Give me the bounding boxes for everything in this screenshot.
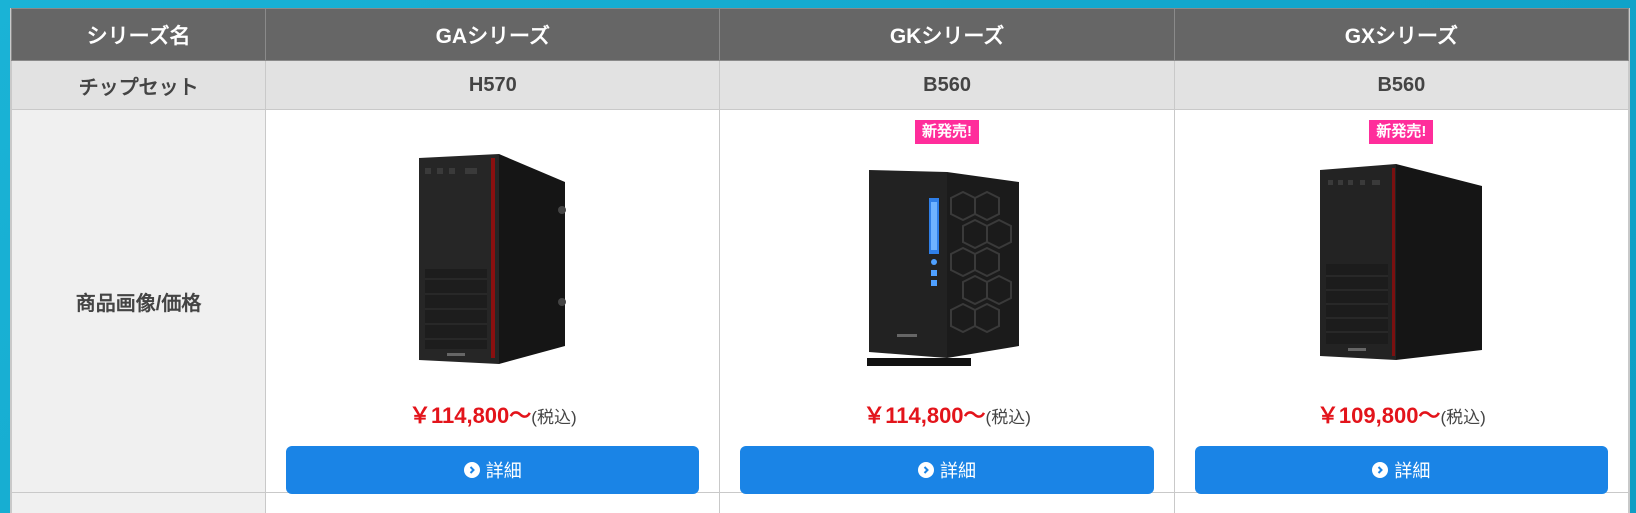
detail-button-label: 詳細 (1394, 461, 1431, 481)
next-row-label-cell (11, 492, 267, 513)
chipset-gx: B560 (1173, 60, 1629, 110)
tax-note: (税込) (1440, 408, 1486, 427)
series-name-gx: GXシリーズ (1173, 8, 1629, 61)
new-release-badge: 新発売! (915, 120, 980, 144)
product-cell-ga: ￥114,800～(税込) 詳細 (265, 109, 721, 494)
detail-button-gk[interactable]: 詳細 (740, 446, 1154, 494)
price-value: ￥109,800～ (1316, 403, 1441, 428)
product-row: 商品画像/価格 ￥114,800～(税込) 詳細 新発売! ￥114,800～(… (11, 109, 1629, 494)
detail-button-label: 詳細 (940, 461, 977, 481)
price-ga: ￥114,800～(税込) (266, 398, 719, 430)
series-name-ga: GAシリーズ (265, 8, 721, 61)
product-label: 商品画像/価格 (11, 109, 267, 493)
detail-button-ga[interactable]: 詳細 (286, 446, 700, 494)
chipset-label: チップセット (11, 60, 267, 110)
new-release-badge: 新発売! (1369, 120, 1434, 144)
detail-button-gx[interactable]: 詳細 (1194, 446, 1608, 494)
tax-note: (税込) (531, 408, 577, 427)
price-value: ￥114,800～ (863, 403, 986, 428)
series-name-gk: GKシリーズ (719, 8, 1175, 61)
series-row: シリーズ名 GAシリーズ GKシリーズ GXシリーズ (11, 8, 1629, 61)
next-row-cell (1173, 492, 1629, 513)
chipset-ga: H570 (265, 60, 721, 110)
price-value: ￥114,800～ (408, 403, 532, 428)
chevron-right-icon (918, 462, 935, 478)
chipset-gk: B560 (719, 60, 1175, 110)
series-header-label: シリーズ名 (11, 8, 267, 61)
product-cell-gx: 新発売! ￥109,800～(税込) 詳細 (1173, 109, 1629, 494)
next-row-cell (265, 492, 721, 513)
price-gx: ￥109,800～(税込) (1175, 398, 1628, 430)
chipset-row: チップセット H570 B560 B560 (11, 60, 1629, 110)
pc-case-ga-image[interactable] (413, 154, 573, 368)
chevron-right-icon (463, 462, 480, 478)
detail-button-label: 詳細 (485, 461, 522, 481)
product-cell-gk: 新発売! ￥114,800～(税込) 詳細 (719, 109, 1175, 494)
price-gk: ￥114,800～(税込) (720, 398, 1173, 430)
chevron-right-icon (1372, 462, 1389, 478)
next-row-partial (11, 492, 1629, 513)
series-comparison-table: シリーズ名 GAシリーズ GKシリーズ GXシリーズ チップセット H570 B… (10, 8, 1630, 513)
pc-case-gk-image[interactable] (867, 162, 1027, 376)
next-row-cell (719, 492, 1175, 513)
tax-note: (税込) (985, 408, 1031, 427)
pc-case-gx-image[interactable] (1316, 164, 1486, 364)
